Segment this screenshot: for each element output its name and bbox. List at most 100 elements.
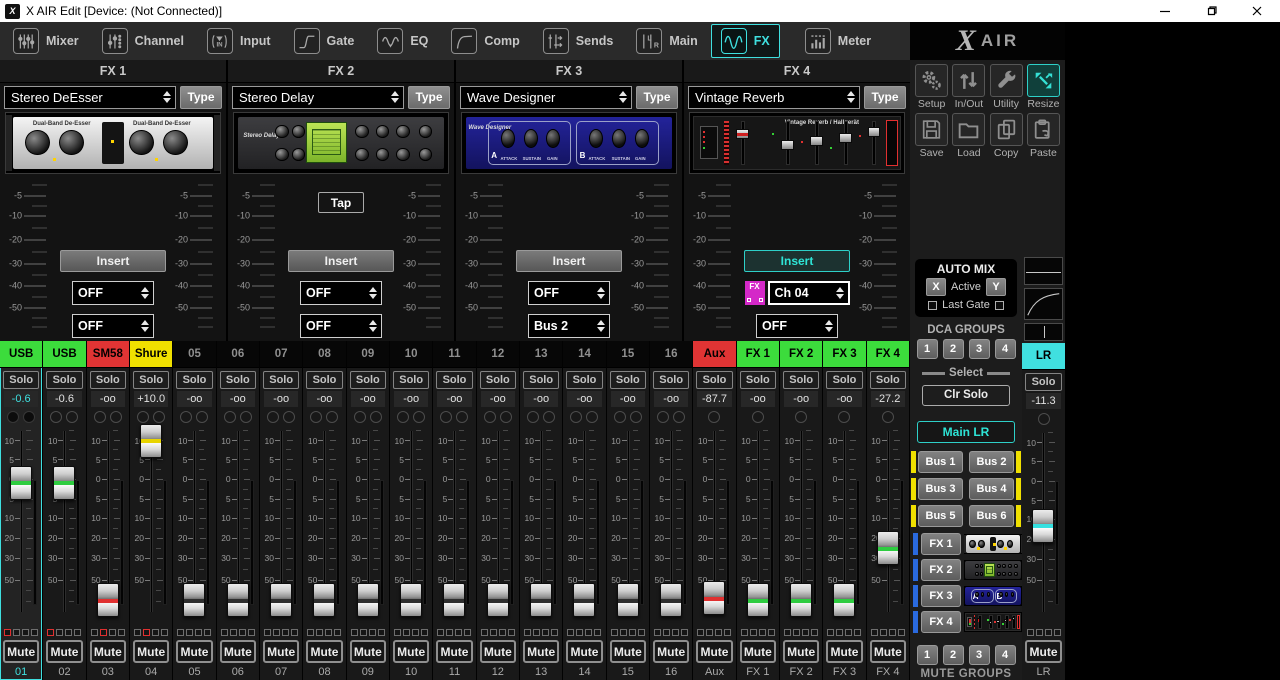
fader-cap[interactable] xyxy=(183,583,205,617)
fx-select-1-button[interactable]: FX 1 xyxy=(921,533,961,555)
mute-button[interactable]: Mute xyxy=(653,640,689,663)
fx3-type-select[interactable]: Wave Designer xyxy=(460,86,632,109)
tool-setup[interactable]: Setup xyxy=(913,64,950,110)
pan-knob[interactable] xyxy=(440,411,452,423)
mute-button[interactable]: Mute xyxy=(436,640,472,663)
pan-knob[interactable] xyxy=(153,411,165,423)
pan-knob[interactable] xyxy=(110,411,122,423)
channel-label[interactable]: FX 4 xyxy=(867,341,909,368)
mute-button[interactable]: Mute xyxy=(523,640,559,663)
bus-2-button[interactable]: Bus 2 xyxy=(969,451,1014,473)
strip-06[interactable]: 06Solo-oo1050510203050Mute06 xyxy=(217,341,260,680)
fx-select-3-button[interactable]: FX 3 xyxy=(921,585,961,607)
main-lr-button[interactable]: Main LR xyxy=(917,421,1015,443)
minimize-icon[interactable] xyxy=(1142,0,1188,22)
pan-knob[interactable] xyxy=(614,411,626,423)
solo-button[interactable]: Solo xyxy=(870,371,906,389)
spinner-arrows-icon[interactable] xyxy=(825,320,833,332)
bus-4-button[interactable]: Bus 4 xyxy=(969,478,1014,500)
solo-button[interactable]: Solo xyxy=(566,371,602,389)
automix-y-button[interactable]: Y xyxy=(986,278,1006,296)
fader[interactable]: 1050510203050 xyxy=(737,427,779,626)
solo-button[interactable]: Solo xyxy=(826,371,862,389)
dca-group-4-button[interactable]: 4 xyxy=(995,339,1016,359)
channel-label[interactable]: 08 xyxy=(303,341,345,368)
pan-knob[interactable] xyxy=(543,411,555,423)
mute-button[interactable]: Mute xyxy=(133,640,169,663)
spinner-arrows-icon[interactable] xyxy=(597,320,605,332)
fader[interactable]: 1050510203050 xyxy=(650,427,692,626)
mute-button[interactable]: Mute xyxy=(3,640,39,663)
solo-button[interactable]: Solo xyxy=(436,371,472,389)
channel-label[interactable]: SM58 xyxy=(87,341,129,368)
inout-arrows-icon[interactable] xyxy=(952,64,985,97)
fx1-insert-source-select[interactable]: OFF xyxy=(72,281,154,305)
fx2-tap-button[interactable]: Tap xyxy=(318,192,364,213)
fx3-insert-source-select[interactable]: OFF xyxy=(528,281,610,305)
mute-button[interactable]: Mute xyxy=(696,640,732,663)
fader-cap[interactable] xyxy=(747,583,769,617)
pan-knob[interactable] xyxy=(310,411,322,423)
fader[interactable]: 1050510203050 xyxy=(693,427,735,626)
channel-label[interactable]: 15 xyxy=(607,341,649,368)
pan-knob[interactable] xyxy=(570,411,582,423)
channel-label[interactable]: LR xyxy=(1022,343,1065,370)
pan-knob[interactable] xyxy=(397,411,409,423)
channel-label[interactable]: USB xyxy=(43,341,85,368)
pan-knob[interactable] xyxy=(708,411,720,423)
fx2-insert-dest-select[interactable]: OFF xyxy=(300,314,382,338)
strip-09[interactable]: 09Solo-oo1050510203050Mute09 xyxy=(347,341,390,680)
bus-6-button[interactable]: Bus 6 xyxy=(969,505,1014,527)
solo-button[interactable]: Solo xyxy=(523,371,559,389)
fader-cap[interactable] xyxy=(573,583,595,617)
tool-save[interactable]: Save xyxy=(913,113,950,159)
maximize-icon[interactable] xyxy=(1188,0,1234,22)
pan-knob[interactable] xyxy=(630,411,642,423)
pan-knob[interactable] xyxy=(283,411,295,423)
pan-knob[interactable] xyxy=(500,411,512,423)
solo-button[interactable]: Solo xyxy=(783,371,819,389)
copy-icon[interactable] xyxy=(990,113,1023,146)
strip-fx1[interactable]: FX 1Solo-oo1050510203050MuteFX 1 xyxy=(737,341,780,680)
tab-channel[interactable]: Channel xyxy=(92,24,194,58)
fader-cap[interactable] xyxy=(400,583,422,617)
solo-button[interactable]: Solo xyxy=(653,371,689,389)
fx-select-4-button[interactable]: FX 4 xyxy=(921,611,961,633)
spinner-arrows-icon[interactable] xyxy=(619,91,627,103)
fx1-type-select[interactable]: Stereo DeEsser xyxy=(4,86,176,109)
bus-5-button[interactable]: Bus 5 xyxy=(918,505,963,527)
fx2-type-button[interactable]: Type xyxy=(408,86,450,109)
wrench-icon[interactable] xyxy=(990,64,1023,97)
fader[interactable]: 1050510203050 xyxy=(43,427,85,626)
fader[interactable]: 1050510203050 xyxy=(823,427,865,626)
bus-1-button[interactable]: Bus 1 xyxy=(918,451,963,473)
channel-label[interactable]: 10 xyxy=(390,341,432,368)
tab-fx[interactable]: FX xyxy=(711,24,780,58)
mute-button[interactable]: Mute xyxy=(783,640,819,663)
mute-button[interactable]: Mute xyxy=(46,640,82,663)
strip-02[interactable]: USBSolo-0.61050510203050Mute02 xyxy=(43,341,86,680)
pan-knob[interactable] xyxy=(66,411,78,423)
pan-knob[interactable] xyxy=(326,411,338,423)
fx2-insert-source-select[interactable]: OFF xyxy=(300,281,382,305)
fx4-type-select[interactable]: Vintage Reverb xyxy=(688,86,860,109)
fader[interactable]: 1050510203050 xyxy=(260,427,302,626)
mute-button[interactable]: Mute xyxy=(350,640,386,663)
tab-meter[interactable]: Meter xyxy=(795,24,881,58)
fx-3-thumbnail[interactable]: Wave DesignerAATTACKSUSTAINGAINBATTACKSU… xyxy=(964,586,1022,606)
dca-group-3-button[interactable]: 3 xyxy=(969,339,990,359)
fx3-device-image[interactable]: Wave DesignerAATTACKSUSTAINGAINBATTACKSU… xyxy=(461,112,677,174)
spinner-arrows-icon[interactable] xyxy=(391,91,399,103)
fx4-insert-button[interactable]: Insert xyxy=(744,250,850,272)
pan-knob[interactable] xyxy=(1038,413,1050,425)
mute-button[interactable]: Mute xyxy=(480,640,516,663)
channel-label[interactable]: 11 xyxy=(433,341,475,368)
strip-14[interactable]: 14Solo-oo1050510203050Mute14 xyxy=(563,341,606,680)
fx-1-thumbnail[interactable]: Dual-Band De-EsserDual-Band De-Esser xyxy=(964,534,1022,554)
strip-16[interactable]: 16Solo-oo1050510203050Mute16 xyxy=(650,341,693,680)
tab-gate[interactable]: Gate xyxy=(284,24,365,58)
fader[interactable]: 1050510203050 xyxy=(0,427,42,626)
fx3-insert-button[interactable]: Insert xyxy=(516,250,622,272)
fader[interactable]: 1050510203050 xyxy=(130,427,172,626)
strip-08[interactable]: 08Solo-oo1050510203050Mute08 xyxy=(303,341,346,680)
